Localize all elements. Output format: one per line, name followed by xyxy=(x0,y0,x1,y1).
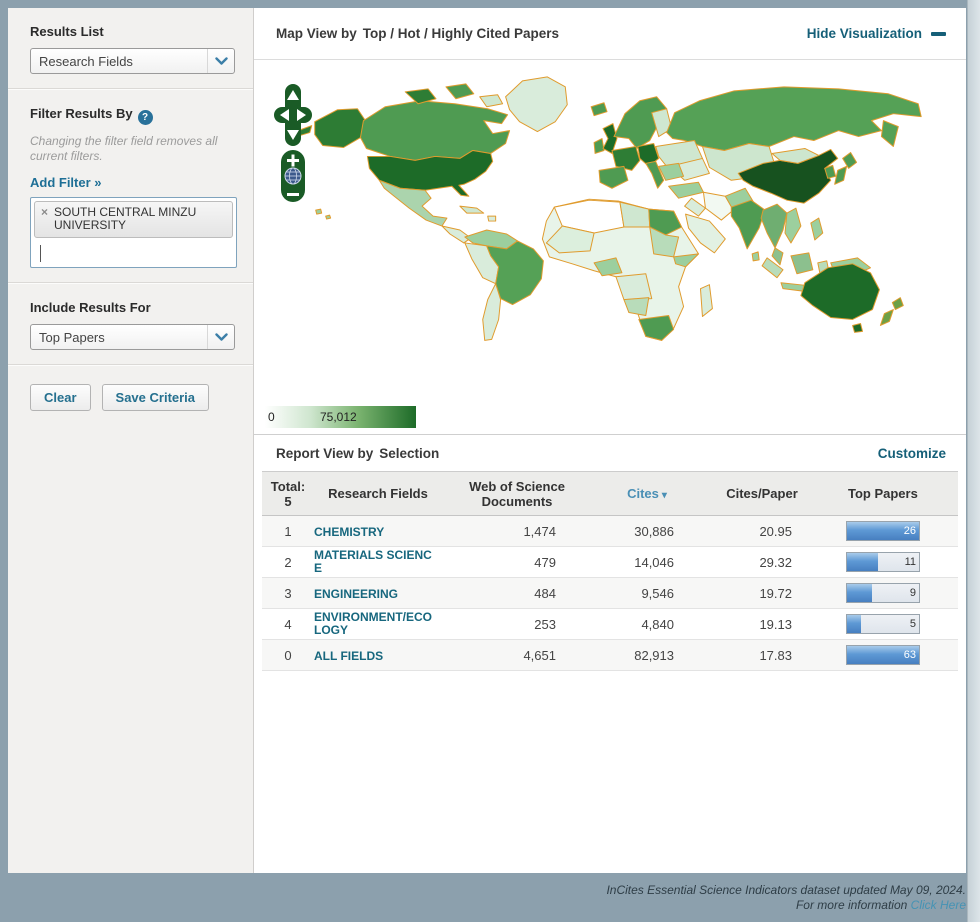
click-here-link[interactable]: Click Here xyxy=(911,898,966,912)
filter-results-title: Filter Results By? xyxy=(30,106,237,125)
rank-cell: 3 xyxy=(262,586,314,601)
table-row: 1 CHEMISTRY 1,474 30,886 20.95 26 xyxy=(262,516,958,547)
map-view-title: Map View byTop / Hot / Highly Cited Pape… xyxy=(276,26,559,41)
docs-cell: 4,651 xyxy=(442,648,592,663)
rank-cell: 0 xyxy=(262,648,314,663)
field-link[interactable]: ALL FIELDS xyxy=(314,650,383,663)
legend-min-value: 0 xyxy=(268,410,275,424)
docs-cell: 479 xyxy=(442,555,592,570)
main-panel: Map View byTop / Hot / Highly Cited Pape… xyxy=(254,8,966,873)
top-papers-bar: 63 xyxy=(846,645,920,665)
world-choropleth-map[interactable] xyxy=(254,60,966,404)
rank-cell: 4 xyxy=(262,617,314,632)
cites-per-paper-cell: 19.72 xyxy=(702,586,822,601)
top-papers-bar: 26 xyxy=(846,521,920,541)
app-window: Results List Research Fields Filter Resu… xyxy=(8,8,966,873)
sidebar: Results List Research Fields Filter Resu… xyxy=(8,8,254,873)
docs-cell: 1,474 xyxy=(442,524,592,539)
cites-cell: 4,840 xyxy=(592,617,702,632)
top-papers-bar: 5 xyxy=(846,614,920,634)
docs-cell: 253 xyxy=(442,617,592,632)
include-results-select[interactable]: Top Papers xyxy=(30,324,235,350)
chevron-down-icon xyxy=(207,49,234,73)
save-criteria-button[interactable]: Save Criteria xyxy=(102,384,210,411)
column-header-research-fields[interactable]: Research Fields xyxy=(314,486,442,501)
field-link[interactable]: ENGINEERING xyxy=(314,588,398,601)
globe-icon[interactable] xyxy=(285,168,301,184)
help-icon[interactable]: ? xyxy=(138,110,153,125)
map-pan-control[interactable] xyxy=(274,84,312,146)
more-info-text: For more information xyxy=(796,898,907,912)
column-header-total: Total: 5 xyxy=(262,479,314,509)
column-header-top-papers[interactable]: Top Papers xyxy=(822,486,958,501)
clear-button[interactable]: Clear xyxy=(30,384,91,411)
field-link[interactable]: ENVIRONMENT/ECOLOGY xyxy=(314,611,438,637)
map-panel-header: Map View byTop / Hot / Highly Cited Pape… xyxy=(254,8,966,60)
add-filter-link[interactable]: Add Filter » xyxy=(30,175,102,190)
top-papers-bar: 9 xyxy=(846,583,920,603)
cites-per-paper-cell: 20.95 xyxy=(702,524,822,539)
sort-desc-icon: ▾ xyxy=(662,490,667,501)
zoom-out-button[interactable] xyxy=(287,193,299,196)
include-results-label: Include Results For xyxy=(30,300,237,315)
rank-cell: 1 xyxy=(262,524,314,539)
column-header-cites-per-paper[interactable]: Cites/Paper xyxy=(702,486,822,501)
customize-link[interactable]: Customize xyxy=(878,446,946,461)
table-row: 0 ALL FIELDS 4,651 82,913 17.83 63 xyxy=(262,640,958,671)
report-table: Total: 5 Research Fields Web of Science … xyxy=(262,471,958,671)
include-results-selected-value: Top Papers xyxy=(31,330,207,345)
rank-cell: 2 xyxy=(262,555,314,570)
report-view-title: Report View bySelection xyxy=(276,446,439,461)
text-cursor xyxy=(40,245,41,262)
map-countries xyxy=(254,60,964,404)
dataset-updated-text: InCites Essential Science Indicators dat… xyxy=(606,883,966,898)
docs-cell: 484 xyxy=(442,586,592,601)
table-row: 3 ENGINEERING 484 9,546 19.72 9 xyxy=(262,578,958,609)
chevron-down-icon xyxy=(207,325,234,349)
results-list-select[interactable]: Research Fields xyxy=(30,48,235,74)
report-header: Report View bySelection Customize xyxy=(254,435,966,471)
cites-cell: 14,046 xyxy=(592,555,702,570)
footer-note: InCites Essential Science Indicators dat… xyxy=(606,883,966,913)
cites-per-paper-cell: 29.32 xyxy=(702,555,822,570)
filter-tag: × SOUTH CENTRAL MINZU UNIVERSITY xyxy=(34,201,233,238)
filter-note: Changing the filter field removes all cu… xyxy=(30,134,237,164)
field-link[interactable]: CHEMISTRY xyxy=(314,526,384,539)
cites-cell: 30,886 xyxy=(592,524,702,539)
remove-filter-icon[interactable]: × xyxy=(41,206,48,219)
map-navigation-controls xyxy=(272,82,314,209)
column-header-cites[interactable]: Cites▾ xyxy=(592,486,702,501)
hide-visualization-link[interactable]: Hide Visualization xyxy=(807,26,922,41)
legend-max-value: 75,012 xyxy=(320,410,357,424)
table-row: 4 ENVIRONMENT/ECOLOGY 253 4,840 19.13 5 xyxy=(262,609,958,640)
map-legend: 0 75,012 xyxy=(254,404,966,434)
minimize-icon[interactable] xyxy=(931,32,946,36)
field-link[interactable]: MATERIALS SCIENCE xyxy=(314,549,438,575)
cites-per-paper-cell: 19.13 xyxy=(702,617,822,632)
top-papers-bar: 11 xyxy=(846,552,920,572)
filter-input[interactable]: × SOUTH CENTRAL MINZU UNIVERSITY xyxy=(30,197,237,268)
scrollbar[interactable] xyxy=(967,0,980,922)
table-header-row: Total: 5 Research Fields Web of Science … xyxy=(262,471,958,516)
filter-tag-label: SOUTH CENTRAL MINZU UNIVERSITY xyxy=(54,206,222,232)
results-list-selected-value: Research Fields xyxy=(31,54,207,69)
results-list-label: Results List xyxy=(30,24,237,39)
cites-cell: 9,546 xyxy=(592,586,702,601)
column-header-wos-documents[interactable]: Web of Science Documents xyxy=(442,479,592,509)
table-row: 2 MATERIALS SCIENCE 479 14,046 29.32 11 xyxy=(262,547,958,578)
cites-per-paper-cell: 17.83 xyxy=(702,648,822,663)
cites-cell: 82,913 xyxy=(592,648,702,663)
